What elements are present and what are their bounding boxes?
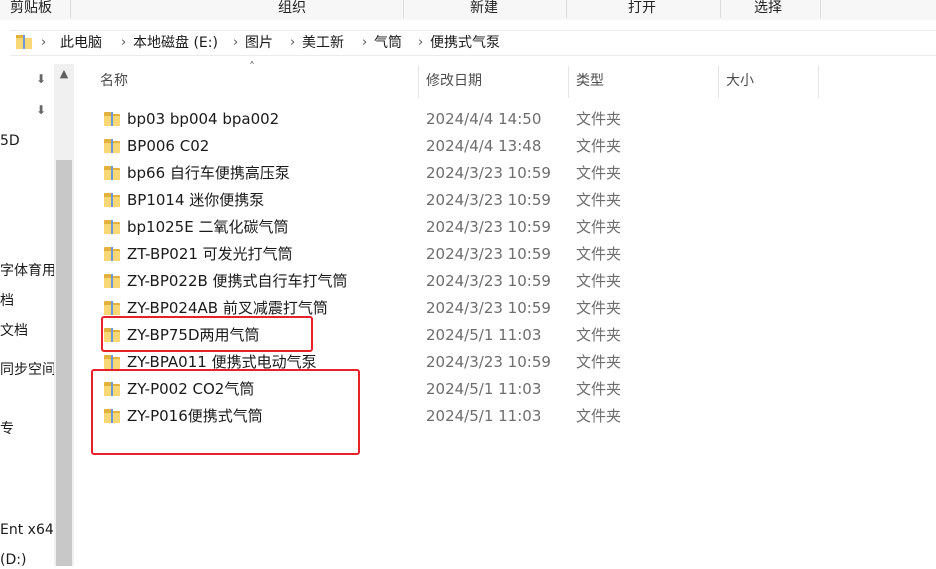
folder-icon (104, 166, 120, 180)
nav-item[interactable]: Ent x64 (0, 521, 54, 539)
file-type: 文件夹 (576, 164, 622, 182)
file-modified: 2024/3/23 10:59 (426, 218, 551, 236)
column-divider[interactable] (718, 66, 719, 98)
ribbon-group-open: 打开 (628, 0, 656, 16)
chevron-right-icon[interactable]: › (418, 35, 423, 51)
breadcrumb-local-disk[interactable]: 本地磁盘 (E:) (133, 34, 218, 52)
breadcrumb-pictures[interactable]: 图片 (245, 34, 273, 52)
nav-item[interactable]: (D:) (0, 551, 26, 569)
file-name: bp66 自行车便携高压泵 (127, 164, 290, 182)
file-modified: 2024/3/23 10:59 (426, 299, 551, 317)
folder-icon (104, 112, 120, 126)
nav-scrollbar-thumb[interactable] (56, 160, 72, 566)
file-modified: 2024/3/23 10:59 (426, 353, 551, 371)
folder-icon (104, 247, 120, 261)
breadcrumb-this-pc[interactable]: 此电脑 (60, 34, 102, 52)
annotation-box (91, 369, 360, 455)
nav-item[interactable]: 5D (0, 132, 20, 150)
file-name: bp03 bp004 bpa002 (127, 110, 280, 128)
file-name: BP006 C02 (127, 137, 210, 155)
breadcrumb-art-new[interactable]: 美工新 (302, 34, 344, 52)
file-type: 文件夹 (576, 380, 622, 398)
file-name: ZT-BP021 可发光打气筒 (127, 245, 293, 263)
annotation-box (101, 316, 313, 352)
folder-icon (104, 274, 120, 288)
folder-icon (104, 220, 120, 234)
file-row[interactable]: ZY-BP022B 便携式自行车打气筒 2024/3/23 10:59 文件夹 (96, 268, 836, 295)
folder-location-icon (16, 35, 32, 49)
column-divider[interactable] (418, 66, 419, 98)
file-type: 文件夹 (576, 407, 622, 425)
ribbon-group-new: 新建 (470, 0, 498, 16)
nav-item[interactable]: 文档 (0, 322, 28, 340)
file-type: 文件夹 (576, 191, 622, 209)
folder-icon (104, 139, 120, 153)
address-bar[interactable]: › 此电脑 › 本地磁盘 (E:) › 图片 › 美工新 › 气筒 › 便携式气… (10, 30, 936, 56)
breadcrumb-pumps[interactable]: 气筒 (374, 34, 402, 52)
column-header-name[interactable]: 名称 (100, 72, 128, 90)
file-type: 文件夹 (576, 110, 622, 128)
file-modified: 2024/3/23 10:59 (426, 272, 551, 290)
chevron-right-icon[interactable]: › (290, 35, 295, 51)
file-modified: 2024/5/1 11:03 (426, 407, 542, 425)
folder-icon (104, 355, 120, 369)
ribbon-group-organize: 组织 (278, 0, 306, 16)
ribbon-separator (566, 0, 567, 18)
file-type: 文件夹 (576, 218, 622, 236)
file-row[interactable]: ZT-BP021 可发光打气筒 2024/3/23 10:59 文件夹 (96, 241, 836, 268)
file-type: 文件夹 (576, 353, 622, 371)
file-name: ZY-BP022B 便携式自行车打气筒 (127, 272, 348, 290)
file-modified: 2024/4/4 13:48 (426, 137, 542, 155)
file-type: 文件夹 (576, 272, 622, 290)
column-divider[interactable] (818, 66, 819, 98)
file-type: 文件夹 (576, 299, 622, 317)
ribbon-separator (403, 0, 404, 18)
ribbon-group-select: 选择 (754, 0, 782, 16)
column-header-modified[interactable]: 修改日期 (426, 72, 482, 90)
file-row[interactable]: BP1014 迷你便携泵 2024/3/23 10:59 文件夹 (96, 187, 836, 214)
pin-icon: ⬇ (36, 72, 47, 86)
column-divider[interactable] (568, 66, 569, 98)
ribbon-group-labels: 剪贴板 组织 新建 打开 选择 (0, 0, 936, 20)
nav-item[interactable]: 同步空间 (0, 361, 56, 379)
file-name: bp1025E 二氧化碳气筒 (127, 218, 289, 236)
ribbon-group-clipboard: 剪贴板 (10, 0, 52, 16)
scroll-up-arrow-icon[interactable]: ▲ (56, 66, 72, 82)
folder-icon (104, 193, 120, 207)
file-type: 文件夹 (576, 245, 622, 263)
folder-icon (104, 301, 120, 315)
file-modified: 2024/4/4 14:50 (426, 110, 542, 128)
chevron-right-icon[interactable]: › (362, 35, 367, 51)
nav-item[interactable]: 字体育用 (0, 262, 56, 280)
file-row[interactable]: bp03 bp004 bpa002 2024/4/4 14:50 文件夹 (96, 106, 836, 133)
file-row[interactable]: bp66 自行车便携高压泵 2024/3/23 10:59 文件夹 (96, 160, 836, 187)
nav-item[interactable]: 档 (0, 292, 14, 310)
ribbon-separator (720, 0, 721, 18)
file-modified: 2024/3/23 10:59 (426, 164, 551, 182)
file-row[interactable]: bp1025E 二氧化碳气筒 2024/3/23 10:59 文件夹 (96, 214, 836, 241)
column-header-size[interactable]: 大小 (726, 72, 754, 90)
breadcrumb-portable-pump[interactable]: 便携式气泵 (430, 34, 500, 52)
ribbon-separator (70, 0, 71, 18)
chevron-right-icon[interactable]: › (41, 35, 46, 51)
file-modified: 2024/5/1 11:03 (426, 326, 542, 344)
file-modified: 2024/3/23 10:59 (426, 191, 551, 209)
ribbon-separator (820, 0, 821, 18)
column-header-type[interactable]: 类型 (576, 72, 604, 90)
file-row[interactable]: BP006 C02 2024/4/4 13:48 文件夹 (96, 133, 836, 160)
nav-item[interactable]: 专 (0, 420, 14, 438)
pin-icon: ⬇ (36, 103, 47, 117)
file-modified: 2024/3/23 10:59 (426, 245, 551, 263)
file-type: 文件夹 (576, 137, 622, 155)
file-name: BP1014 迷你便携泵 (127, 191, 265, 209)
chevron-right-icon[interactable]: › (233, 35, 238, 51)
sort-ascending-icon: ˄ (249, 60, 255, 74)
file-modified: 2024/5/1 11:03 (426, 380, 542, 398)
chevron-right-icon[interactable]: › (121, 35, 126, 51)
file-type: 文件夹 (576, 326, 622, 344)
